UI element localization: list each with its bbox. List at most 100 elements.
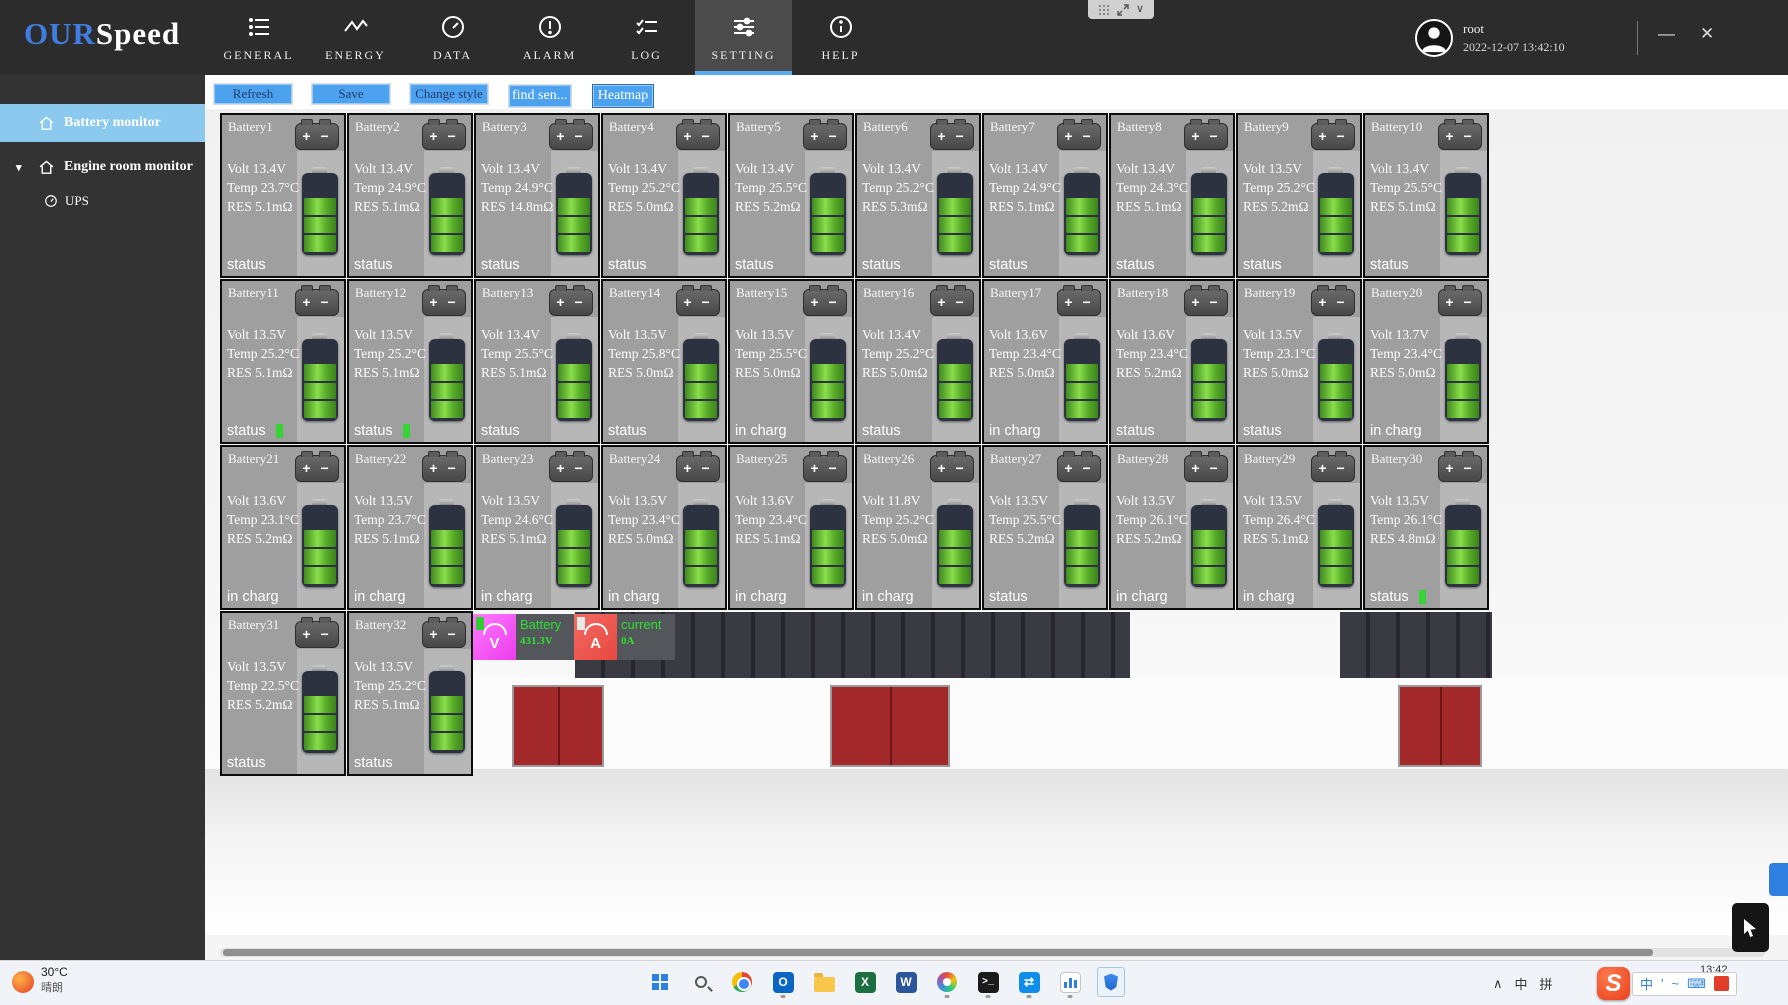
close-button[interactable]: ✕ xyxy=(1700,24,1714,44)
monitor-app[interactable] xyxy=(1056,967,1084,997)
sogou-profile-icon[interactable] xyxy=(1714,976,1729,991)
battery-card[interactable]: Battery15 + − Volt 13.5V Temp 25.5°C RES… xyxy=(728,279,854,444)
battery-card[interactable]: Battery31 + − Volt 13.5V Temp 22.5°C RES… xyxy=(220,611,346,776)
remote-cursor-button[interactable] xyxy=(1732,903,1769,952)
file-explorer-app[interactable] xyxy=(810,967,838,997)
tab-energy[interactable]: ENERGY xyxy=(307,0,404,75)
tab-general[interactable]: GENERAL xyxy=(210,0,307,75)
outlook-app[interactable]: O xyxy=(769,967,797,997)
battery-card[interactable]: Battery4 + − Volt 13.4V Temp 25.2°C RES … xyxy=(601,113,727,278)
grid-icon[interactable] xyxy=(1098,4,1110,16)
horizontal-scrollbar[interactable] xyxy=(220,948,1765,957)
battery-card[interactable]: Battery23 + − Volt 13.5V Temp 24.6°C RES… xyxy=(474,445,600,610)
battery-card[interactable]: Battery22 + − Volt 13.5V Temp 23.7°C RES… xyxy=(347,445,473,610)
heatmap-button[interactable]: Heatmap xyxy=(592,84,654,108)
tab-log[interactable]: LOG xyxy=(598,0,695,75)
tray-ime-indicator[interactable]: 拼 xyxy=(1540,974,1553,993)
battery-card[interactable]: Battery14 + − Volt 13.5V Temp 25.8°C RES… xyxy=(601,279,727,444)
floating-window-toolbar[interactable]: ∨ xyxy=(1088,0,1154,19)
terminal-app[interactable]: >_ xyxy=(974,967,1002,997)
battery-card[interactable]: Battery26 + − Volt 11.8V Temp 25.2°C RES… xyxy=(855,445,981,610)
minimize-button[interactable]: — xyxy=(1658,24,1675,44)
voltmeter-icon[interactable]: V xyxy=(473,614,516,660)
battery-volt-line: Volt 13.5V xyxy=(227,325,299,344)
sidebar-item-ups[interactable]: UPS xyxy=(0,186,205,216)
chevron-down-icon[interactable]: ∨ xyxy=(1136,4,1144,15)
chrome-app[interactable] xyxy=(728,967,756,997)
battery-card[interactable]: Battery17 + − Volt 13.6V Temp 23.4°C RES… xyxy=(982,279,1108,444)
battery-temp-line: Temp 25.2°C xyxy=(862,178,934,197)
save-button[interactable]: Save xyxy=(311,83,391,105)
battery-level-icon xyxy=(429,671,465,753)
tray-caret[interactable]: ∧ xyxy=(1493,976,1503,992)
tab-setting[interactable]: SETTING xyxy=(695,0,792,75)
weather-widget[interactable]: 30°C 晴朗 xyxy=(12,965,68,995)
battery-card[interactable]: Battery13 + − Volt 13.4V Temp 25.5°C RES… xyxy=(474,279,600,444)
expand-icon[interactable] xyxy=(1117,4,1129,16)
refresh-button[interactable]: Refresh xyxy=(213,83,293,105)
sidebar-item-battery-monitor[interactable]: Battery monitor xyxy=(0,104,205,142)
battery-card[interactable]: Battery7 + − Volt 13.4V Temp 24.9°C RES … xyxy=(982,113,1108,278)
battery-card[interactable]: Battery12 + − Volt 13.5V Temp 25.2°C RES… xyxy=(347,279,473,444)
battery-status: status xyxy=(354,257,393,273)
battery-temp-line: Temp 23.7°C xyxy=(227,178,299,197)
battery-card[interactable]: Battery2 + − Volt 13.4V Temp 24.9°C RES … xyxy=(347,113,473,278)
tab-data[interactable]: DATA xyxy=(404,0,501,75)
main-content: Refresh Save Change style find sen... He… xyxy=(205,75,1788,960)
start-button[interactable] xyxy=(646,967,674,997)
tab-alarm[interactable]: ALARM xyxy=(501,0,598,75)
tray-lang-indicator[interactable]: 中 xyxy=(1515,974,1528,993)
gauge-icon xyxy=(440,13,466,41)
tab-help[interactable]: HELP xyxy=(792,0,889,75)
ourspeed-taskbar-app[interactable] xyxy=(1097,967,1125,997)
battery-card[interactable]: Battery32 + − Volt 13.5V Temp 25.2°C RES… xyxy=(347,611,473,776)
sogou-wave-icon[interactable]: ~ xyxy=(1672,976,1680,991)
word-app[interactable]: W xyxy=(892,967,920,997)
scrollbar-thumb[interactable] xyxy=(223,949,1653,956)
battery-card[interactable]: Battery30 + − Volt 13.5V Temp 26.1°C RES… xyxy=(1363,445,1489,610)
battery-card[interactable]: Battery11 + − Volt 13.5V Temp 25.2°C RES… xyxy=(220,279,346,444)
battery-volt-line: Volt 13.5V xyxy=(1243,159,1315,178)
change-style-button[interactable]: Change style xyxy=(409,83,489,105)
battery-card[interactable]: Battery16 + − Volt 13.4V Temp 25.2°C RES… xyxy=(855,279,981,444)
sidebar-item-engine-room-monitor[interactable]: ▾ Engine room monitor xyxy=(0,148,205,186)
sogou-punct-icon[interactable]: ' xyxy=(1661,976,1663,991)
sogou-input-bar[interactable]: S 中 ' ~ ⌨ xyxy=(1597,967,1737,1000)
caret-down-icon[interactable]: ▾ xyxy=(16,161,22,174)
battery-terminals-icon: + − xyxy=(1438,289,1482,316)
battery-card[interactable]: Battery27 + − Volt 13.5V Temp 25.5°C RES… xyxy=(982,445,1108,610)
battery-card[interactable]: Battery1 + − Volt 13.4V Temp 23.7°C RES … xyxy=(220,113,346,278)
sogou-logo-icon[interactable]: S xyxy=(1597,967,1630,1000)
user-block[interactable]: root 2022-12-07 13:42:10 xyxy=(1415,19,1565,57)
battery-card[interactable]: Battery3 + − Volt 13.4V Temp 24.9°C RES … xyxy=(474,113,600,278)
voltmeter-readout: Battery 431.3V xyxy=(516,614,574,660)
battery-card[interactable]: Battery25 + − Volt 13.6V Temp 23.4°C RES… xyxy=(728,445,854,610)
battery-card[interactable]: Battery18 + − Volt 13.6V Temp 23.4°C RES… xyxy=(1109,279,1235,444)
battery-card[interactable]: Battery24 + − Volt 13.5V Temp 23.4°C RES… xyxy=(601,445,727,610)
battery-card[interactable]: Battery10 + − Volt 13.4V Temp 25.5°C RES… xyxy=(1363,113,1489,278)
ammeter-icon[interactable]: A xyxy=(574,614,617,660)
sogou-keyboard-icon[interactable]: ⌨ xyxy=(1687,976,1706,992)
battery-card[interactable]: Battery20 + − Volt 13.7V Temp 23.4°C RES… xyxy=(1363,279,1489,444)
battery-volt-line: Volt 13.4V xyxy=(354,159,426,178)
battery-card[interactable]: Battery9 + − Volt 13.5V Temp 25.2°C RES … xyxy=(1236,113,1362,278)
find-sensor-button[interactable]: find sen... xyxy=(508,84,572,108)
battery-status: status xyxy=(481,423,520,439)
battery-card[interactable]: Battery19 + − Volt 13.5V Temp 23.1°C RES… xyxy=(1236,279,1362,444)
battery-card[interactable]: Battery28 + − Volt 13.5V Temp 26.1°C RES… xyxy=(1109,445,1235,610)
battery-name: Battery4 xyxy=(609,119,654,135)
teamviewer-app[interactable]: ⇄ xyxy=(1015,967,1043,997)
excel-app[interactable]: X xyxy=(851,967,879,997)
battery-card[interactable]: Battery21 + − Volt 13.6V Temp 23.1°C RES… xyxy=(220,445,346,610)
edge-panel-icon[interactable] xyxy=(1769,863,1788,896)
battery-card[interactable]: Battery8 + − Volt 13.4V Temp 24.3°C RES … xyxy=(1109,113,1235,278)
battery-volt-line: Volt 13.5V xyxy=(1370,491,1442,510)
battery-temp-line: Temp 25.2°C xyxy=(862,344,934,363)
battery-level-icon xyxy=(810,505,846,587)
search-button[interactable] xyxy=(687,967,715,997)
color-app[interactable] xyxy=(933,967,961,997)
battery-card[interactable]: Battery29 + − Volt 13.5V Temp 26.4°C RES… xyxy=(1236,445,1362,610)
battery-card[interactable]: Battery5 + − Volt 13.4V Temp 25.5°C RES … xyxy=(728,113,854,278)
sogou-lang-icon[interactable]: 中 xyxy=(1640,974,1653,993)
battery-card[interactable]: Battery6 + − Volt 13.4V Temp 25.2°C RES … xyxy=(855,113,981,278)
